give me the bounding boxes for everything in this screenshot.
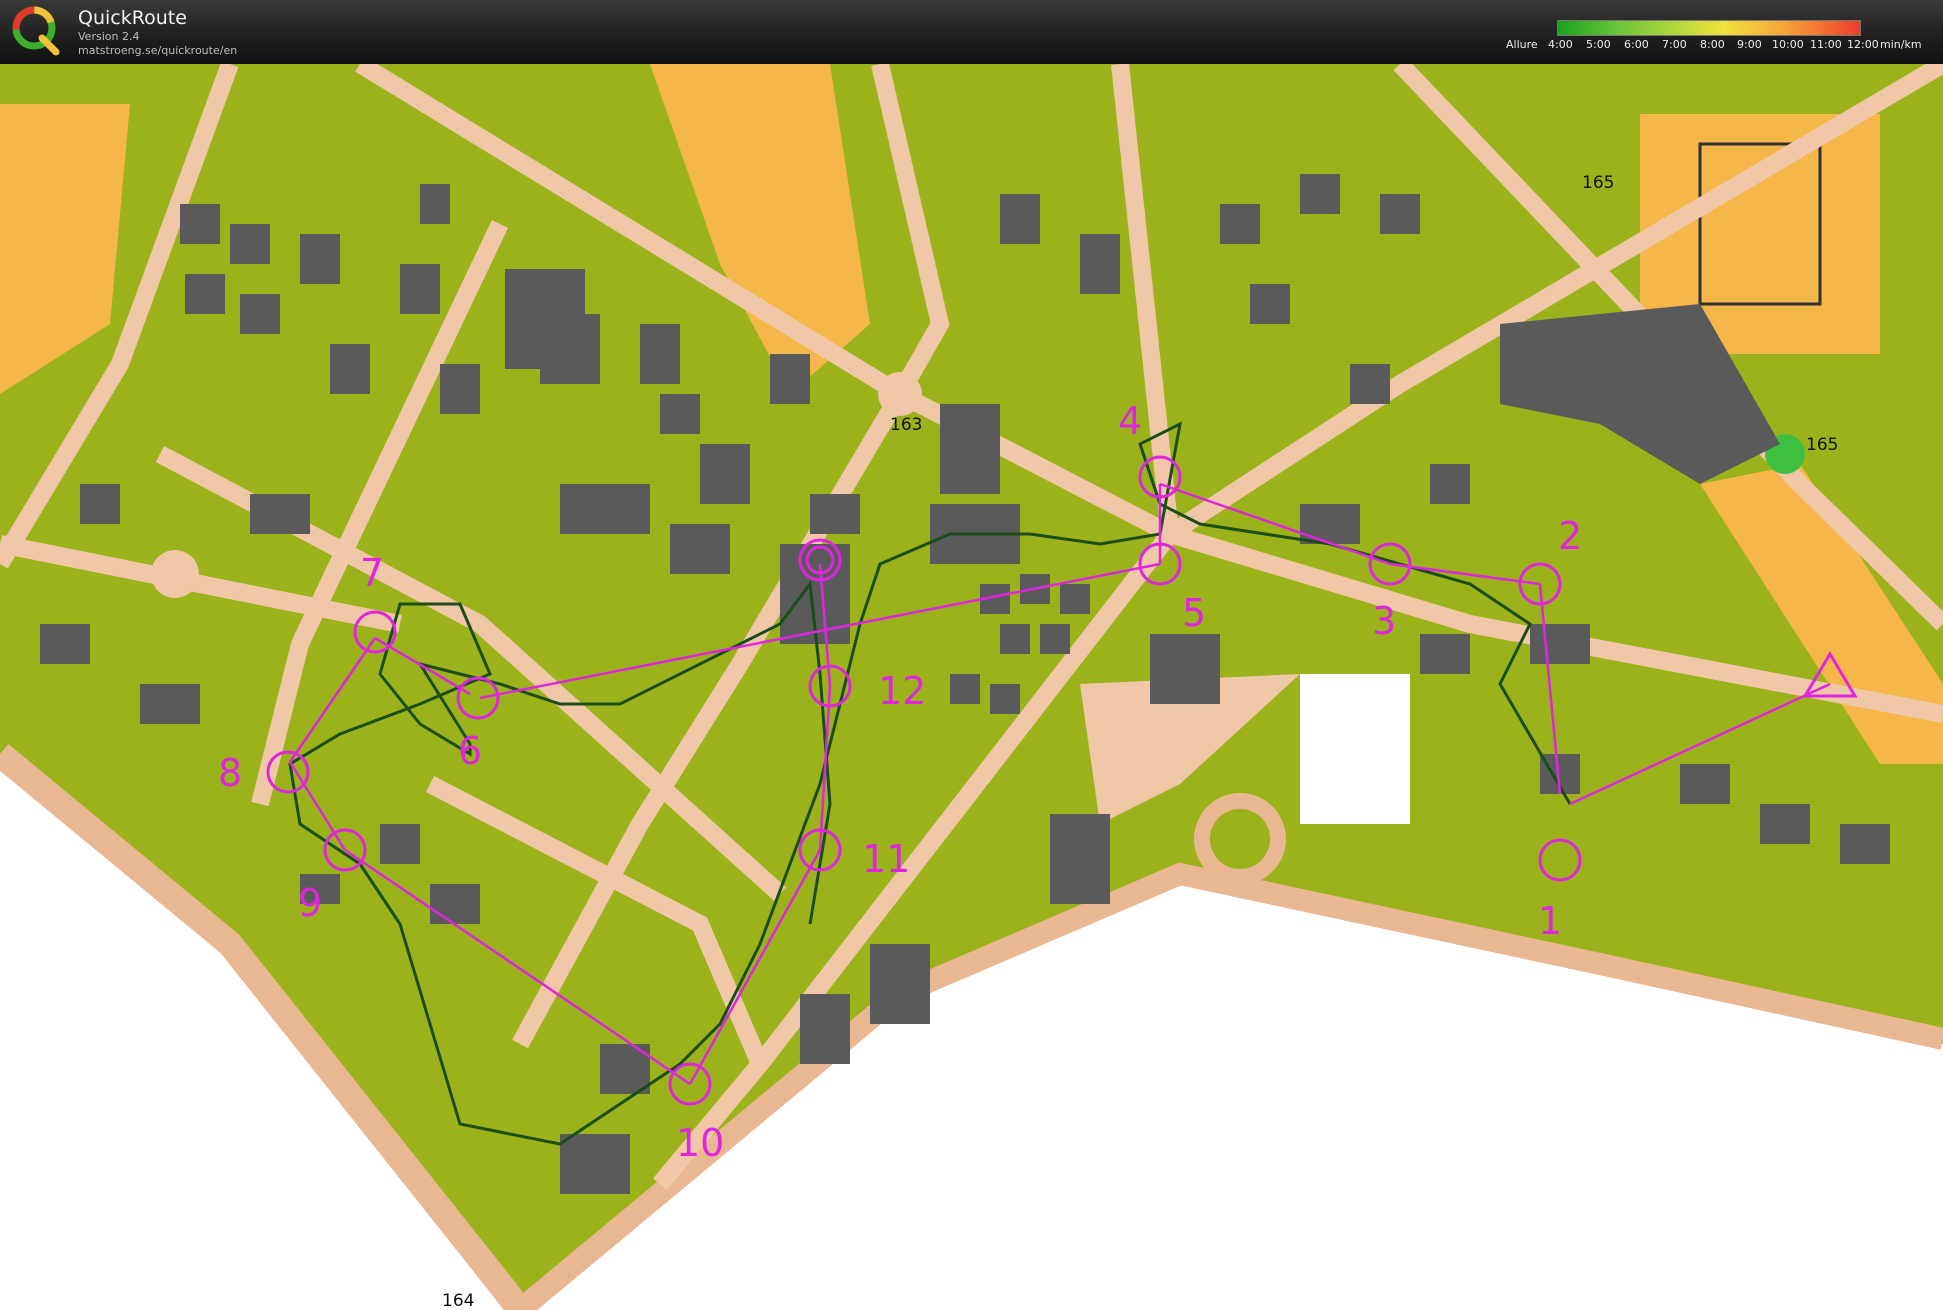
control-number-8: 8 bbox=[218, 751, 242, 795]
control-number-1: 1 bbox=[1538, 899, 1562, 943]
legend-tick: 8:00 bbox=[1700, 38, 1725, 51]
control-number-3: 3 bbox=[1372, 599, 1396, 643]
pace-legend: Allure 4:00 5:00 6:00 7:00 8:00 9:00 10:… bbox=[1500, 16, 1940, 56]
legend-tick: 4:00 bbox=[1548, 38, 1573, 51]
control-number-10: 10 bbox=[676, 1121, 724, 1165]
control-number-4: 4 bbox=[1118, 399, 1142, 443]
quickroute-logo-icon bbox=[12, 6, 60, 56]
control-number-7: 7 bbox=[360, 551, 384, 595]
control-number-5: 5 bbox=[1182, 591, 1206, 635]
control-number-11: 11 bbox=[862, 837, 910, 881]
legend-tick: 6:00 bbox=[1624, 38, 1649, 51]
app-title: QuickRoute bbox=[78, 7, 187, 29]
legend-tick: 7:00 bbox=[1662, 38, 1687, 51]
legend-tick: 9:00 bbox=[1737, 38, 1762, 51]
legend-tick: 5:00 bbox=[1586, 38, 1611, 51]
quickroute-window: QuickRoute Version 2.4 matstroeng.se/qui… bbox=[0, 0, 1943, 1310]
road-number-label: 165 bbox=[1806, 435, 1838, 455]
control-number-9: 9 bbox=[298, 881, 322, 925]
app-url-link[interactable]: matstroeng.se/quickroute/en bbox=[78, 44, 237, 57]
legend-label: Allure bbox=[1506, 38, 1538, 51]
orienteering-map[interactable]: 1 2 3 4 5 6 7 8 9 10 11 12 163 164 165 1… bbox=[0, 64, 1943, 1310]
road-junction bbox=[878, 372, 922, 416]
app-version: Version 2.4 bbox=[78, 30, 140, 43]
legend-tick: 12:00 bbox=[1847, 38, 1879, 51]
legend-tick: 10:00 bbox=[1772, 38, 1804, 51]
open-paved-area bbox=[1300, 674, 1410, 824]
road-junction bbox=[151, 550, 199, 598]
control-number-2: 2 bbox=[1558, 514, 1582, 558]
legend-unit: min/km bbox=[1880, 38, 1922, 51]
control-number-12: 12 bbox=[878, 669, 926, 713]
title-bar: QuickRoute Version 2.4 matstroeng.se/qui… bbox=[0, 0, 1943, 64]
pace-color-scale bbox=[1557, 20, 1861, 36]
road-number-label: 163 bbox=[890, 415, 922, 435]
legend-tick: 11:00 bbox=[1810, 38, 1842, 51]
control-number-6: 6 bbox=[458, 729, 482, 773]
road-number-label: 165 bbox=[1582, 173, 1614, 193]
road-number-label: 164 bbox=[442, 1291, 474, 1310]
